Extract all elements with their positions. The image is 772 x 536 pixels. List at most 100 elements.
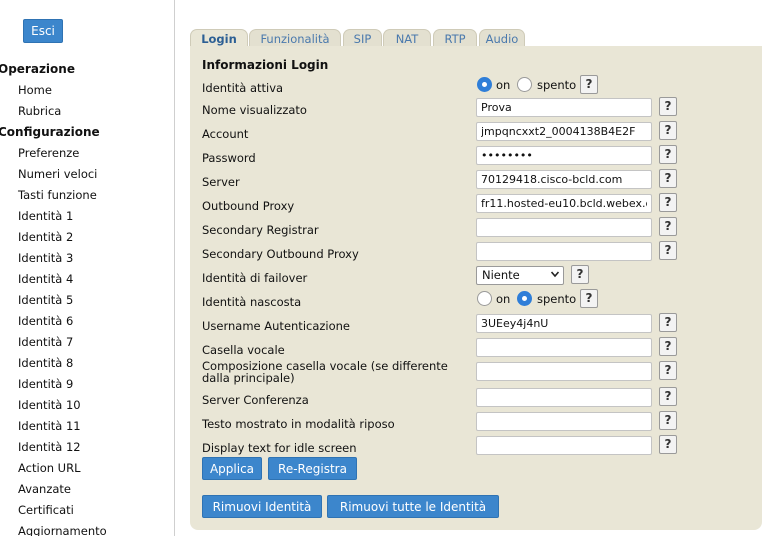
remove-all-identities-button[interactable]: Rimuovi tutte le Identità — [327, 495, 499, 518]
help-icon[interactable]: ? — [659, 361, 677, 380]
help-icon[interactable]: ? — [659, 145, 677, 164]
help-icon[interactable]: ? — [659, 313, 677, 332]
idle-text-label: Testo mostrato in modalità riposo — [202, 417, 395, 431]
row-outbound-proxy: Outbound Proxy ? — [202, 193, 762, 218]
nav-item[interactable]: Aggiornamento — [0, 521, 174, 536]
conference-server-label: Server Conferenza — [202, 393, 309, 407]
row-account: Account ? — [202, 121, 762, 146]
help-icon[interactable]: ? — [659, 121, 677, 140]
display-name-label: Nome visualizzato — [202, 103, 307, 117]
nav-item[interactable]: Identità 11 — [0, 416, 174, 437]
help-icon[interactable]: ? — [659, 193, 677, 212]
password-input[interactable] — [476, 146, 652, 165]
voicemail-dial-label: Composizione casella vocale (se differen… — [202, 359, 448, 385]
server-label: Server — [202, 175, 240, 189]
voicemail-label: Casella vocale — [202, 343, 285, 357]
nav-item[interactable]: Numeri veloci — [0, 164, 174, 185]
help-icon[interactable]: ? — [580, 289, 598, 308]
identity-active-off-label: spento — [537, 78, 577, 92]
identity-active-off-radio[interactable] — [517, 77, 532, 92]
nav-item[interactable]: Identità 6 — [0, 311, 174, 332]
help-icon[interactable]: ? — [659, 435, 677, 454]
auth-username-label: Username Autenticazione — [202, 319, 351, 333]
help-icon[interactable]: ? — [659, 337, 677, 356]
help-icon[interactable]: ? — [659, 169, 677, 188]
nav-item[interactable]: Tasti funzione — [0, 185, 174, 206]
row-identity-active: Identità attiva on spento ? — [202, 75, 762, 100]
nav-item[interactable]: Certificati — [0, 500, 174, 521]
nav-item[interactable]: Identità 7 — [0, 332, 174, 353]
nav-item[interactable]: Identità 1 — [0, 206, 174, 227]
help-icon[interactable]: ? — [571, 265, 589, 284]
failover-identity-select[interactable]: Niente — [476, 266, 564, 285]
row-idle-text: Testo mostrato in modalità riposo ? — [202, 411, 762, 436]
main-content: Login Funzionalità SIP NAT RTP Audio Informaz… — [190, 29, 762, 530]
nav-section-0: Operazione — [0, 62, 75, 76]
idle-text-en-input[interactable] — [476, 436, 652, 455]
nav-menu: Operazione Home Rubrica Configurazione Prefe… — [0, 59, 174, 536]
identity-active-on-radio[interactable] — [477, 77, 492, 92]
hidden-identity-off-radio[interactable] — [517, 291, 532, 306]
nav-item[interactable]: Identità 8 — [0, 353, 174, 374]
remove-identity-button[interactable]: Rimuovi Identità — [202, 495, 322, 518]
account-input[interactable] — [476, 122, 652, 141]
apply-button[interactable]: Applica — [202, 457, 262, 480]
nav-item[interactable]: Identità 4 — [0, 269, 174, 290]
conference-server-input[interactable] — [476, 388, 652, 407]
section-title: Informazioni Login — [202, 58, 329, 72]
nav-item[interactable]: Rubrica — [0, 101, 174, 122]
voicemail-input[interactable] — [476, 338, 652, 357]
display-name-input[interactable] — [476, 98, 652, 117]
help-icon[interactable]: ? — [659, 217, 677, 236]
idle-text-input[interactable] — [476, 412, 652, 431]
row-failover-identity: Identità di failover Niente ? — [202, 265, 762, 290]
hidden-identity-on-radio[interactable] — [477, 291, 492, 306]
row-secondary-registrar: Secondary Registrar ? — [202, 217, 762, 242]
nav-section-1: Configurazione — [0, 125, 100, 139]
nav-item[interactable]: Identità 3 — [0, 248, 174, 269]
auth-username-input[interactable] — [476, 314, 652, 333]
row-server: Server ? — [202, 169, 762, 194]
row-auth-username: Username Autenticazione ? — [202, 313, 762, 338]
outbound-proxy-label: Outbound Proxy — [202, 199, 295, 213]
nav-item[interactable]: Identità 10 — [0, 395, 174, 416]
help-icon[interactable]: ? — [659, 241, 677, 260]
nav-item[interactable]: Avanzate — [0, 479, 174, 500]
row-password: Password ? — [202, 145, 762, 170]
secondary-registrar-label: Secondary Registrar — [202, 223, 319, 237]
identity-active-label: Identità attiva — [202, 81, 284, 95]
sidebar: Esci Operazione Home Rubrica Configurazione… — [0, 0, 175, 536]
hidden-identity-on-label: on — [496, 292, 511, 306]
nav-item[interactable]: Identità 2 — [0, 227, 174, 248]
outbound-proxy-input[interactable] — [476, 194, 652, 213]
reregister-button[interactable]: Re-Registra — [268, 457, 357, 480]
secondary-outbound-proxy-label: Secondary Outbound Proxy — [202, 247, 359, 261]
help-icon[interactable]: ? — [659, 411, 677, 430]
nav-item[interactable]: Action URL — [0, 458, 174, 479]
secondary-outbound-proxy-input[interactable] — [476, 242, 652, 261]
idle-text-en-label: Display text for idle screen — [202, 441, 357, 455]
row-conference-server: Server Conferenza ? — [202, 387, 762, 412]
chevron-down-icon — [551, 271, 559, 278]
failover-identity-value: Niente — [482, 268, 520, 282]
identity-active-on-label: on — [496, 78, 511, 92]
help-icon[interactable]: ? — [580, 75, 598, 94]
help-icon[interactable]: ? — [659, 97, 677, 116]
nav-item[interactable]: Identità 9 — [0, 374, 174, 395]
help-icon[interactable]: ? — [659, 387, 677, 406]
secondary-registrar-input[interactable] — [476, 218, 652, 237]
login-panel: Informazioni Login Identità attiva on sp… — [190, 46, 762, 530]
server-input[interactable] — [476, 170, 652, 189]
account-label: Account — [202, 127, 249, 141]
logout-button[interactable]: Esci — [23, 19, 63, 43]
voicemail-dial-input[interactable] — [476, 362, 652, 381]
nav-item[interactable]: Home — [0, 80, 174, 101]
row-secondary-outbound-proxy: Secondary Outbound Proxy ? — [202, 241, 762, 266]
nav-item[interactable]: Identità 5 — [0, 290, 174, 311]
failover-identity-label: Identità di failover — [202, 271, 308, 285]
nav-item[interactable]: Identità 12 — [0, 437, 174, 458]
nav-item[interactable]: Preferenze — [0, 143, 174, 164]
row-display-name: Nome visualizzato ? — [202, 97, 762, 122]
hidden-identity-off-label: spento — [537, 292, 577, 306]
row-voicemail-dial: Composizione casella vocale (se differen… — [202, 359, 762, 386]
